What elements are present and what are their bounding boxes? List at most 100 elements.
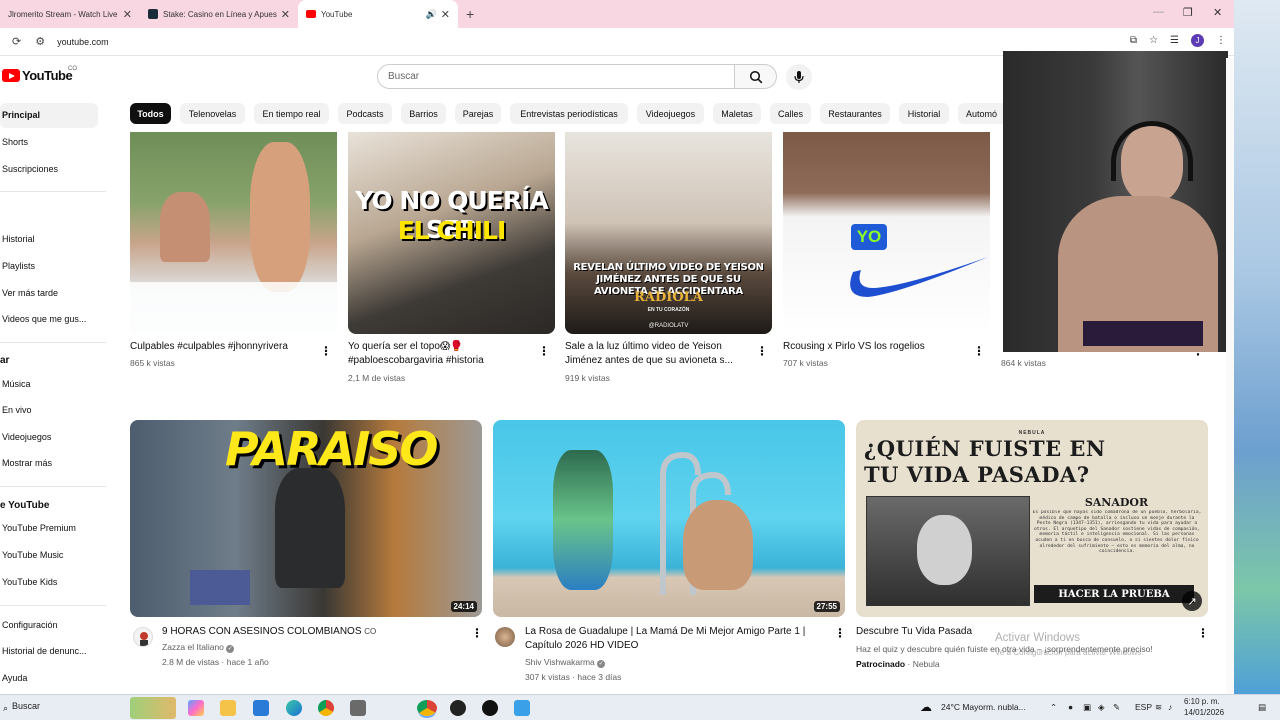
clock-time[interactable]: 6:10 p. m. [1184,697,1220,706]
short-thumbnail[interactable] [130,132,337,334]
sidebar-item-ver-mas-tarde[interactable]: Ver más tarde [0,288,98,298]
sidebar-item-configuracion[interactable]: Configuración [0,620,98,630]
chip-maletas[interactable]: Maletas [713,103,761,124]
close-icon[interactable]: ✕ [123,8,132,21]
channel-name[interactable]: Zazza el Italiano ✓ [162,642,235,653]
wifi-icon[interactable]: ≋ [1155,702,1162,713]
chip-barrios[interactable]: Barrios [401,103,446,124]
short-thumbnail[interactable]: YO NO QUERÍA SER EL CHILI [348,132,555,334]
ad-cta-button[interactable]: HACER LA PRUEBA [1034,585,1194,603]
tray-icon[interactable]: ✎ [1113,702,1120,713]
tab-jlromerito[interactable]: Jlromerito Stream - Watch Live ✕ [0,0,140,28]
reload-icon[interactable]: ⟳ [12,35,21,48]
reading-list-icon[interactable]: ☰ [1170,35,1179,46]
restore-icon[interactable]: ❐ [1183,6,1193,19]
obs-icon[interactable] [482,700,498,716]
tray-icon[interactable]: ◈ [1098,702,1105,713]
chip-videojuegos[interactable]: Videojuegos [637,103,704,124]
short-title[interactable]: Sale a la luz último video de Yeison Jim… [565,340,750,368]
short-thumbnail[interactable]: REVELAN ÚLTIMO VIDEO DE YEISON JIMÉNEZ A… [565,132,772,334]
clock-date[interactable]: 14/01/2026 [1184,708,1224,717]
youtube-logo[interactable]: YouTube CO [2,66,77,83]
volume-icon[interactable]: ♪ [1168,702,1172,712]
sidebar-item-historial[interactable]: Historial [0,234,98,244]
edge-icon[interactable] [286,700,302,716]
chip-automoviles[interactable]: Automó [958,103,1003,124]
short-title[interactable]: Culpables #culpables #jhonnyrivera [130,340,315,354]
url-text[interactable]: youtube.com [57,37,109,47]
app-icon[interactable] [450,700,466,716]
channel-name[interactable]: Shiv Vishwakarma ✓ [525,657,606,668]
chip-parejas[interactable]: Parejas [455,103,501,124]
tab-youtube[interactable]: YouTube 🔊 ✕ [298,0,458,28]
short-thumbnail[interactable]: YO [783,132,990,334]
chip-en-tiempo-real[interactable]: En tiempo real [254,103,329,124]
video-thumbnail[interactable]: 27:55 [493,420,845,617]
channel-name[interactable]: Nebula [913,659,940,669]
ad-thumbnail[interactable]: NEBULA ¿QUIÉN FUISTE EN TU VIDA PASADA? … [856,420,1208,617]
chip-restaurantes[interactable]: Restaurantes [820,103,890,124]
search-button[interactable] [735,64,777,89]
minimize-icon[interactable]: — [1153,6,1164,18]
video-title[interactable]: La Rosa de Guadalupe | La Mamá De Mi Mej… [525,625,830,653]
chip-todos[interactable]: Todos [130,103,171,124]
sidebar-item-musica[interactable]: Música [0,379,98,389]
channel-avatar[interactable] [133,627,153,647]
short-title[interactable]: Rcousing x Pirlo VS los rogelios [783,340,968,354]
cast-icon[interactable]: ⧉ [1130,35,1137,46]
taskbar-search[interactable]: Buscar [12,701,40,711]
more-options-icon[interactable]: ⋮ [973,345,985,357]
new-tab-icon[interactable]: + [466,6,474,22]
sidebar-item-en-vivo[interactable]: En vivo [0,405,98,415]
widgets-icon[interactable] [130,697,176,719]
close-icon[interactable]: ✕ [281,8,290,21]
more-options-icon[interactable]: ⋮ [320,345,332,357]
site-info-icon[interactable]: ⚙ [35,35,45,48]
channel-avatar[interactable] [495,627,515,647]
bookmark-star-icon[interactable]: ☆ [1149,35,1158,46]
copilot-icon[interactable] [188,700,204,716]
chip-telenovelas[interactable]: Telenovelas [180,103,245,124]
window-close-icon[interactable]: ✕ [1213,6,1222,19]
chrome-icon[interactable] [318,700,334,716]
sidebar-item-ayuda[interactable]: Ayuda [0,673,98,683]
tray-icon[interactable]: ▣ [1083,702,1091,713]
sidebar-item-videos-que-me-gustan[interactable]: Videos que me gus... [0,314,98,324]
close-icon[interactable]: ✕ [441,8,450,21]
video-thumbnail[interactable]: PARAISO 24:14 [130,420,482,617]
short-title[interactable]: Yo quería ser el topo😱🥊 #pabloescobargav… [348,340,533,368]
sidebar-item-youtube-kids[interactable]: YouTube Kids [0,577,98,587]
notification-icon[interactable]: ▤ [1258,702,1266,713]
page-scrollbar[interactable] [1226,58,1234,694]
external-link-icon[interactable]: ↗ [1182,591,1202,611]
sidebar-item-playlists[interactable]: Playlists [0,261,98,271]
tray-mic-icon[interactable]: ● [1068,702,1073,712]
chip-calles[interactable]: Calles [770,103,811,124]
more-options-icon[interactable]: ⋮ [538,345,550,357]
sidebar-item-mostrar-mas[interactable]: Mostrar más [0,458,98,468]
more-options-icon[interactable]: ⋮ [1197,627,1209,639]
sidebar-item-youtube-premium[interactable]: YouTube Premium [0,523,98,533]
app-icon[interactable] [514,700,530,716]
chip-entrevistas[interactable]: Entrevistas periodísticas [510,103,628,124]
speaker-icon[interactable]: 🔊 [426,9,437,20]
sidebar-item-videojuegos[interactable]: Videojuegos [0,432,98,442]
weather-text[interactable]: 24°C Mayorm. nubla... [941,702,1026,712]
chip-podcasts[interactable]: Podcasts [338,103,392,124]
profile-avatar[interactable]: J [1191,34,1204,47]
browser-menu-icon[interactable]: ⋮ [1216,35,1226,46]
sidebar-item-shorts[interactable]: Shorts [0,137,98,147]
sidebar-item-youtube-music[interactable]: YouTube Music [0,550,98,560]
chip-historial[interactable]: Historial [899,103,949,124]
more-options-icon[interactable]: ⋮ [471,627,483,639]
store-icon[interactable] [350,700,366,716]
sidebar-item-principal[interactable]: Principal [0,103,98,128]
voice-search-button[interactable] [786,64,812,90]
sidebar-item-suscripciones[interactable]: Suscripciones [0,164,98,174]
tab-stake[interactable]: Stake: Casino en Línea y Apuestas ✕ [140,0,298,28]
sidebar-item-historial-denuncias[interactable]: Historial de denunc... [0,646,98,656]
more-options-icon[interactable]: ⋮ [756,345,768,357]
more-options-icon[interactable]: ⋮ [834,627,846,639]
search-input[interactable]: Buscar [377,64,735,89]
file-explorer-icon[interactable] [220,700,236,716]
